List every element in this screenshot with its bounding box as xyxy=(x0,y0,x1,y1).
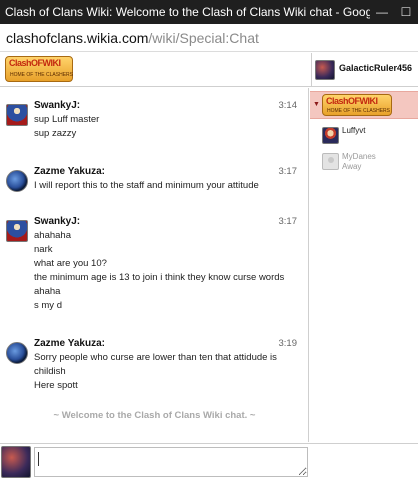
logo-text: ClashOFWIKI xyxy=(9,58,61,68)
message-time: 3:19 xyxy=(278,338,298,349)
minimize-button[interactable]: — xyxy=(370,0,394,24)
address-bar[interactable]: clashofclans.wikia.com/wiki/Special:Chat xyxy=(0,24,418,52)
my-avatar xyxy=(1,446,31,478)
current-user-name: GalacticRuler456 xyxy=(339,63,413,73)
user-avatar[interactable] xyxy=(6,104,28,126)
message-line: childish xyxy=(34,366,66,377)
message-line: I will report this to the staff and mini… xyxy=(34,180,259,191)
member-item[interactable]: Luffyvt xyxy=(322,125,416,147)
message-line: nark xyxy=(34,244,53,255)
message-input-area xyxy=(0,443,418,480)
logo-subtitle: HOME OF THE CLASHERS xyxy=(10,72,73,78)
message-line: s my d xyxy=(34,300,62,311)
message-line: sup zazzy xyxy=(34,128,77,139)
collapse-arrow-icon[interactable]: ▼ xyxy=(313,101,320,108)
member-avatar xyxy=(322,153,339,170)
message-line: Sorry people who curse are lower than te… xyxy=(34,352,277,363)
user-avatar[interactable] xyxy=(6,170,28,192)
chat-messages[interactable]: SwankyJ: 3:14 sup Luff master sup zazzy … xyxy=(0,88,309,442)
message-time: 3:17 xyxy=(278,216,298,227)
chat-header: ClashOFWIKI HOME OF THE CLASHERS Galacti… xyxy=(0,53,418,87)
member-name: MyDanes xyxy=(342,152,376,161)
url-host: clashofclans.wikia.com xyxy=(6,30,149,46)
message-author[interactable]: Zazme Yakuza: xyxy=(34,166,105,177)
message-time: 3:14 xyxy=(278,100,298,111)
welcome-message: ~ Welcome to the Clash of Clans Wiki cha… xyxy=(53,410,256,421)
room-logo: ClashOFWIKI HOME OF THE CLASHERS xyxy=(322,94,392,116)
message-author[interactable]: SwankyJ: xyxy=(34,216,80,227)
current-user-avatar xyxy=(315,60,335,80)
window-titlebar: Clash of Clans Wiki: Welcome to the Clas… xyxy=(0,0,418,24)
user-avatar[interactable] xyxy=(6,342,28,364)
message-line: the minimum age is 13 to join i think th… xyxy=(34,272,285,283)
current-user[interactable]: GalacticRuler456 xyxy=(311,53,418,87)
room-logo-subtitle: HOME OF THE CLASHERS xyxy=(327,108,390,114)
user-list-sidebar: ▼ ClashOFWIKI HOME OF THE CLASHERS Luffy… xyxy=(310,88,418,442)
message-author[interactable]: SwankyJ: xyxy=(34,100,80,111)
message-line: what are you 10? xyxy=(34,258,107,269)
member-avatar xyxy=(322,127,339,144)
url-path: /wiki/Special:Chat xyxy=(148,30,259,46)
wiki-logo[interactable]: ClashOFWIKI HOME OF THE CLASHERS xyxy=(5,56,73,82)
window-title: Clash of Clans Wiki: Welcome to the Clas… xyxy=(5,5,395,19)
message-line: ahaha xyxy=(34,286,61,297)
member-name: Luffyvt xyxy=(342,126,366,135)
member-status: Away xyxy=(342,162,362,171)
message-input[interactable] xyxy=(34,447,308,477)
message-line: ahahaha xyxy=(34,230,71,241)
message-line: Here spott xyxy=(34,380,78,391)
room-logo-text: ClashOFWIKI xyxy=(326,96,378,106)
message-time: 3:17 xyxy=(278,166,298,177)
maximize-button[interactable]: ☐ xyxy=(394,0,418,24)
message-author[interactable]: Zazme Yakuza: xyxy=(34,338,105,349)
window-controls: — ☐ xyxy=(370,0,418,24)
room-header[interactable]: ▼ ClashOFWIKI HOME OF THE CLASHERS xyxy=(310,91,418,119)
text-caret xyxy=(38,452,39,466)
user-avatar[interactable] xyxy=(6,220,28,242)
message-line: sup Luff master xyxy=(34,114,100,125)
member-item[interactable]: MyDanes Away xyxy=(322,151,416,173)
